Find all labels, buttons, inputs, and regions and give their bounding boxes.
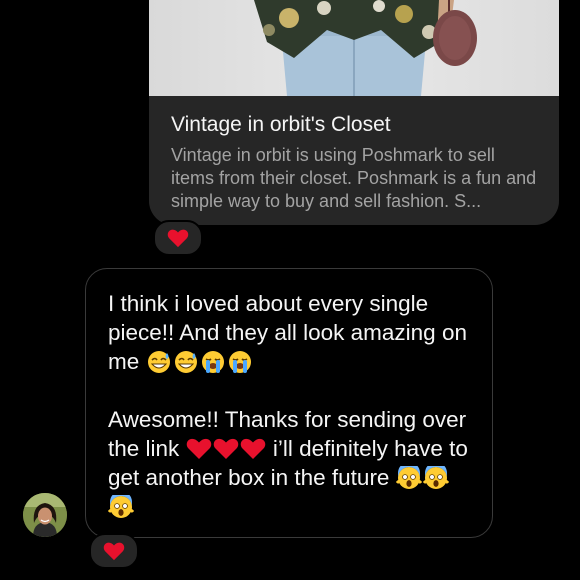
- message-paragraph-1: I think i loved about every single piece…: [108, 289, 476, 376]
- grinning-sweat-emoji-icon: [147, 351, 170, 373]
- link-preview-card[interactable]: Vintage in orbit's Closet Vintage in orb…: [149, 0, 559, 225]
- screaming-fear-emoji-icon: [108, 495, 134, 518]
- message-paragraph-2: Awesome!! Thanks for sending over the li…: [108, 405, 476, 521]
- red-heart-icon: [103, 542, 125, 561]
- preview-image: [149, 0, 559, 96]
- red-heart-icon: [167, 229, 189, 248]
- message-text: I think i loved about every single piece…: [108, 289, 476, 521]
- message-reaction-badge[interactable]: [89, 533, 139, 569]
- user-avatar-icon: [23, 493, 67, 537]
- red-heart-emoji-icon: [186, 438, 211, 459]
- red-heart-emoji-icon: [240, 438, 265, 459]
- card-title: Vintage in orbit's Closet: [171, 113, 391, 136]
- red-heart-emoji-icon: [213, 438, 238, 459]
- outfit-photo-icon: [254, 0, 477, 96]
- card-description: Vintage in orbit is using Poshmark to se…: [171, 145, 537, 211]
- avatar[interactable]: [23, 493, 67, 537]
- message-bubble[interactable]: I think i loved about every single piece…: [85, 268, 493, 538]
- loudly-crying-emoji-icon: [228, 351, 251, 373]
- screaming-fear-emoji-icon: [395, 466, 422, 489]
- grinning-sweat-emoji-icon: [174, 351, 197, 373]
- card-reaction-badge[interactable]: [153, 220, 203, 256]
- loudly-crying-emoji-icon: [201, 351, 224, 373]
- screaming-fear-emoji-icon: [422, 466, 449, 489]
